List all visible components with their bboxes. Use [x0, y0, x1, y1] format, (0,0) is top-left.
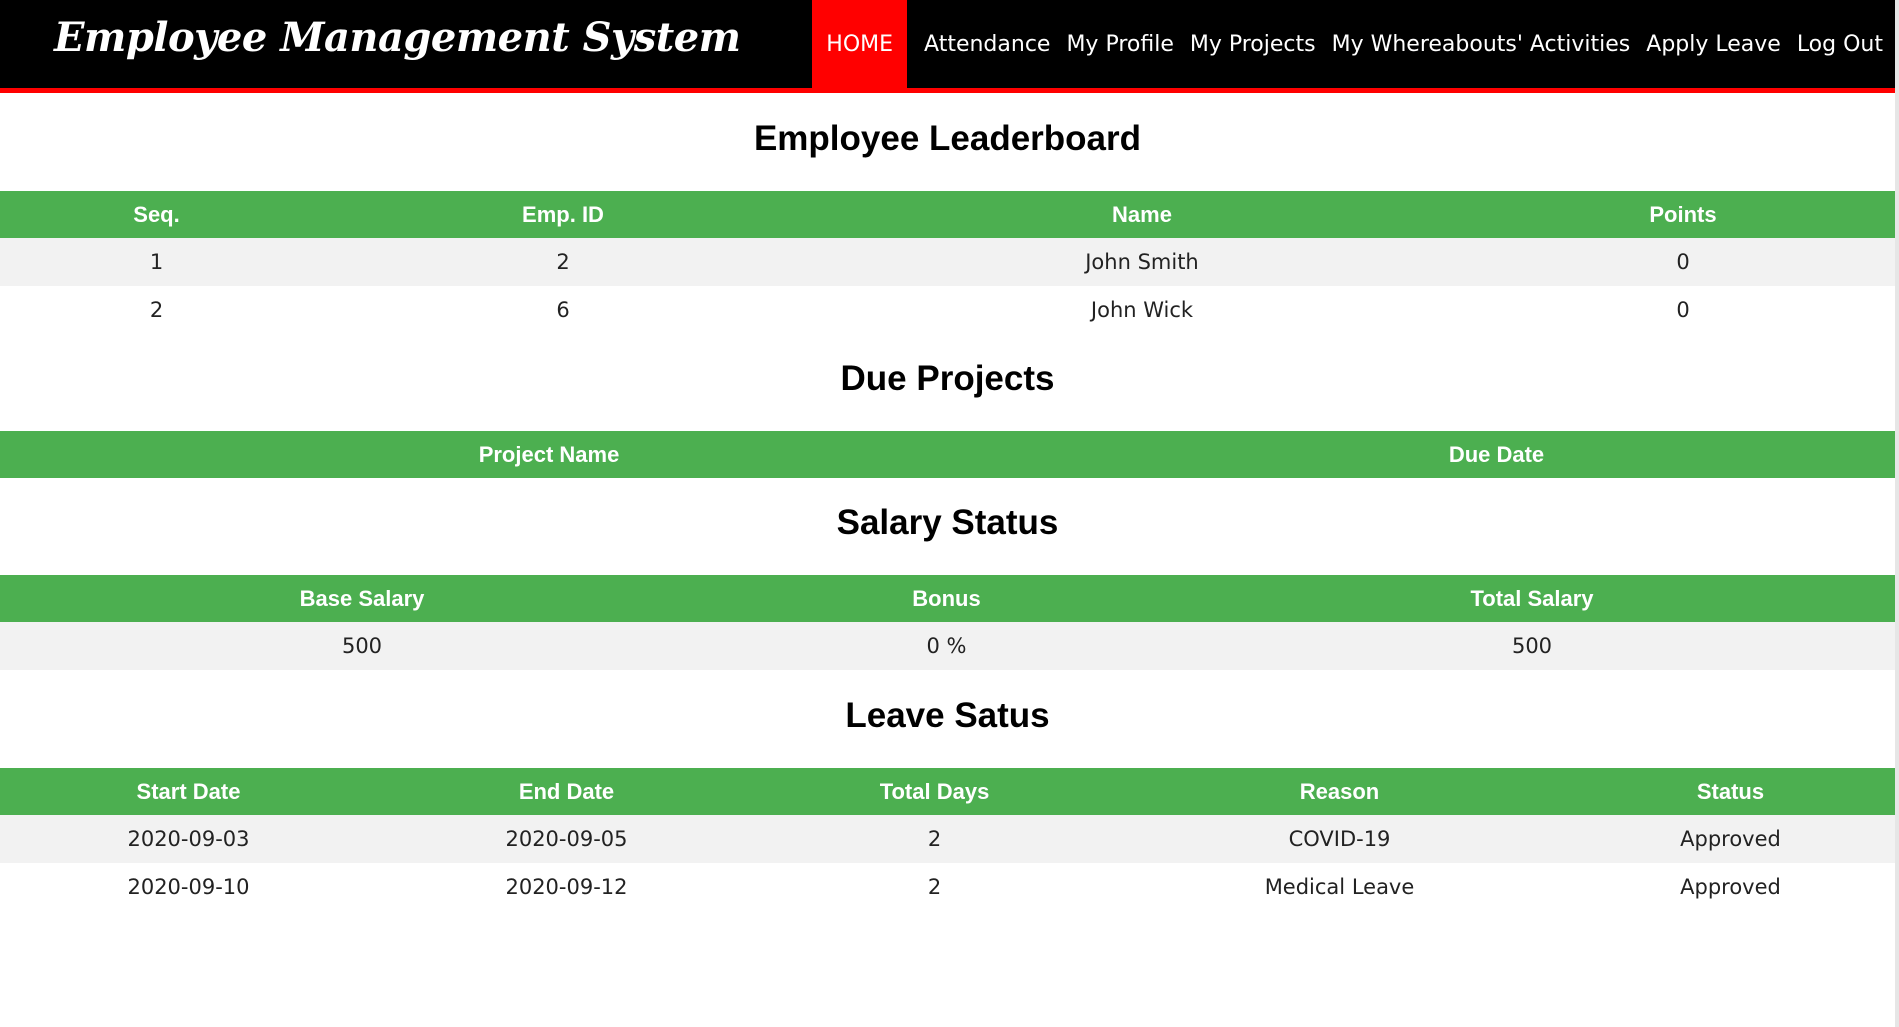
column-header-seq: Seq.: [0, 191, 313, 238]
table-row: 2020-09-10 2020-09-12 2 Medical Leave Ap…: [0, 863, 1895, 911]
nav-home[interactable]: HOME: [812, 0, 908, 88]
nav-attendance[interactable]: Attendance: [916, 0, 1058, 88]
cell-reason: COVID-19: [1113, 815, 1566, 863]
page-scrollbar[interactable]: [1895, 0, 1899, 1027]
top-navbar: Employee Management System HOME Attendan…: [0, 0, 1895, 93]
cell-total-days: 2: [756, 815, 1113, 863]
cell-start-date: 2020-09-03: [0, 815, 377, 863]
column-header-bonus: Bonus: [724, 575, 1169, 622]
main-nav: HOME Attendance My Profile My Projects M…: [812, 0, 1891, 88]
nav-apply-leave[interactable]: Apply Leave: [1638, 0, 1789, 88]
cell-total-days: 2: [756, 863, 1113, 911]
cell-end-date: 2020-09-12: [377, 863, 756, 911]
leave-header-row: Start Date End Date Total Days Reason St…: [0, 768, 1895, 815]
column-header-reason: Reason: [1113, 768, 1566, 815]
table-row: 2020-09-03 2020-09-05 2 COVID-19 Approve…: [0, 815, 1895, 863]
due-projects-table: Project Name Due Date: [0, 431, 1895, 478]
cell-name: John Smith: [813, 238, 1471, 286]
due-projects-title: Due Projects: [840, 359, 1055, 398]
due-projects-header-row: Project Name Due Date: [0, 431, 1895, 478]
nav-my-profile[interactable]: My Profile: [1058, 0, 1181, 88]
cell-total-salary: 500: [1169, 622, 1895, 670]
cell-seq: 2: [0, 286, 313, 334]
column-header-project-name: Project Name: [0, 431, 1098, 478]
cell-bonus: 0 %: [724, 622, 1169, 670]
cell-seq: 1: [0, 238, 313, 286]
column-header-total-days: Total Days: [756, 768, 1113, 815]
cell-end-date: 2020-09-05: [377, 815, 756, 863]
leaderboard-table: Seq. Emp. ID Name Points 1 2 John Smith …: [0, 191, 1895, 334]
cell-reason: Medical Leave: [1113, 863, 1566, 911]
salary-title: Salary Status: [836, 503, 1059, 542]
cell-start-date: 2020-09-10: [0, 863, 377, 911]
salary-table: Base Salary Bonus Total Salary 500 0 % 5…: [0, 575, 1895, 670]
table-row: 500 0 % 500: [0, 622, 1895, 670]
cell-points: 0: [1471, 286, 1895, 334]
cell-status: Approved: [1566, 815, 1895, 863]
app-title[interactable]: Employee Management System: [54, 14, 741, 61]
cell-name: John Wick: [813, 286, 1471, 334]
nav-log-out[interactable]: Log Out: [1789, 0, 1891, 88]
cell-points: 0: [1471, 238, 1895, 286]
column-header-due-date: Due Date: [1098, 431, 1895, 478]
cell-emp-id: 6: [313, 286, 813, 334]
cell-status: Approved: [1566, 863, 1895, 911]
table-row: 1 2 John Smith 0: [0, 238, 1895, 286]
leaderboard-header-row: Seq. Emp. ID Name Points: [0, 191, 1895, 238]
table-row: 2 6 John Wick 0: [0, 286, 1895, 334]
salary-header-row: Base Salary Bonus Total Salary: [0, 575, 1895, 622]
column-header-total-salary: Total Salary: [1169, 575, 1895, 622]
column-header-status: Status: [1566, 768, 1895, 815]
column-header-end-date: End Date: [377, 768, 756, 815]
leave-title: Leave Satus: [845, 696, 1050, 735]
column-header-base-salary: Base Salary: [0, 575, 724, 622]
column-header-name: Name: [813, 191, 1471, 238]
column-header-emp-id: Emp. ID: [313, 191, 813, 238]
nav-my-projects[interactable]: My Projects: [1182, 0, 1324, 88]
column-header-points: Points: [1471, 191, 1895, 238]
nav-whereabouts-activities[interactable]: My Whereabouts' Activities: [1324, 0, 1639, 88]
cell-base-salary: 500: [0, 622, 724, 670]
leaderboard-title: Employee Leaderboard: [753, 119, 1142, 158]
cell-emp-id: 2: [313, 238, 813, 286]
leave-table: Start Date End Date Total Days Reason St…: [0, 768, 1895, 911]
column-header-start-date: Start Date: [0, 768, 377, 815]
